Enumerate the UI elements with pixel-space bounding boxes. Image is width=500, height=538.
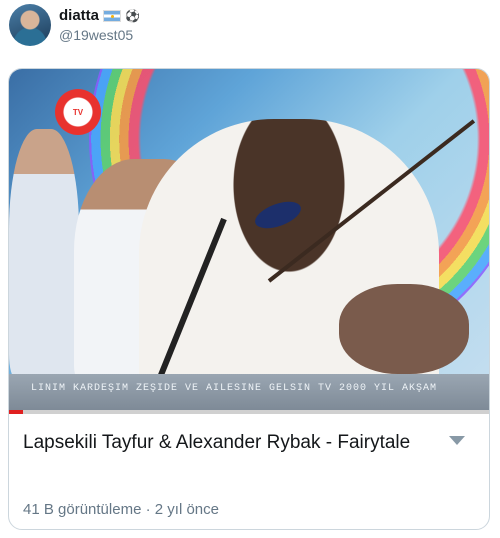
display-name[interactable]: diatta [59, 7, 99, 24]
ticker-text: LINIM KARDEŞIM ZEŞIDE VE AILESINE GELSIN… [31, 383, 438, 394]
name-line: diatta ⚽ [59, 7, 140, 24]
meta-separator: · [145, 501, 151, 518]
avatar[interactable] [9, 4, 51, 46]
tweet-header: diatta ⚽ @19west05 [9, 4, 491, 48]
video-info: Lapsekili Tayfur & Alexander Rybak - Fai… [9, 414, 489, 529]
channel-logo-text: TV [72, 107, 84, 117]
violin [339, 284, 469, 374]
emoji-icon: ⚽ [125, 8, 140, 23]
news-ticker: LINIM KARDEŞIM ZEŞIDE VE AILESINE GELSIN… [9, 374, 489, 414]
video-thumbnail[interactable]: TV LINIM KARDEŞIM ZEŞIDE VE AILESINE GEL… [9, 69, 489, 414]
video-title[interactable]: Lapsekili Tayfur & Alexander Rybak - Fai… [23, 428, 423, 458]
user-handle[interactable]: @19west05 [59, 27, 133, 43]
argentina-flag-icon [103, 9, 122, 22]
video-age: 2 yıl önce [154, 501, 219, 518]
channel-logo: TV [55, 89, 101, 135]
view-count: 41 B görüntüleme [23, 501, 142, 518]
background-person [9, 129, 79, 379]
video-meta: 41 B görüntüleme · 2 yıl önce [23, 501, 219, 518]
video-card[interactable]: TV LINIM KARDEŞIM ZEŞIDE VE AILESINE GEL… [8, 68, 490, 530]
chevron-down-icon[interactable] [449, 436, 465, 445]
